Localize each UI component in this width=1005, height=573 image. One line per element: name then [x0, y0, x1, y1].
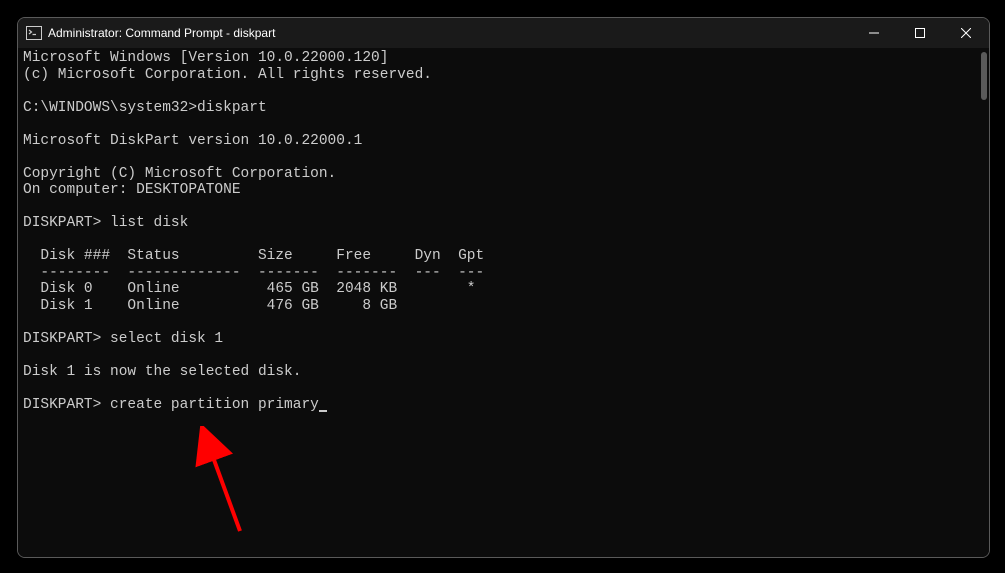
cmd-icon	[26, 26, 42, 40]
minimize-button[interactable]	[851, 18, 897, 48]
output-line: Microsoft Windows [Version 10.0.22000.12…	[23, 50, 388, 66]
terminal-output[interactable]: Microsoft Windows [Version 10.0.22000.12…	[18, 48, 989, 557]
output-line: Disk 0 Online 465 GB 2048 KB *	[23, 281, 475, 297]
text-cursor	[319, 410, 327, 412]
output-line: Disk 1 is now the selected disk.	[23, 364, 301, 380]
close-button[interactable]	[943, 18, 989, 48]
output-line: C:\WINDOWS\system32>diskpart	[23, 100, 267, 116]
window-title: Administrator: Command Prompt - diskpart	[48, 26, 851, 40]
window-controls	[851, 18, 989, 48]
output-line: Microsoft DiskPart version 10.0.22000.1	[23, 133, 362, 149]
output-line: Disk ### Status Size Free Dyn Gpt	[23, 248, 484, 264]
maximize-button[interactable]	[897, 18, 943, 48]
output-line: -------- ------------- ------- ------- -…	[23, 265, 484, 281]
output-line: On computer: DESKTOPATONE	[23, 182, 241, 198]
command-prompt-window: Administrator: Command Prompt - diskpart…	[17, 17, 990, 558]
output-line: DISKPART> list disk	[23, 215, 188, 231]
output-line: Disk 1 Online 476 GB 8 GB	[23, 298, 397, 314]
output-line: Copyright (C) Microsoft Corporation.	[23, 166, 336, 182]
output-line: DISKPART> select disk 1	[23, 331, 223, 347]
titlebar[interactable]: Administrator: Command Prompt - diskpart	[18, 18, 989, 48]
output-line: DISKPART> create partition primary	[23, 397, 319, 413]
vertical-scrollbar[interactable]	[981, 52, 987, 100]
output-line: (c) Microsoft Corporation. All rights re…	[23, 67, 432, 83]
